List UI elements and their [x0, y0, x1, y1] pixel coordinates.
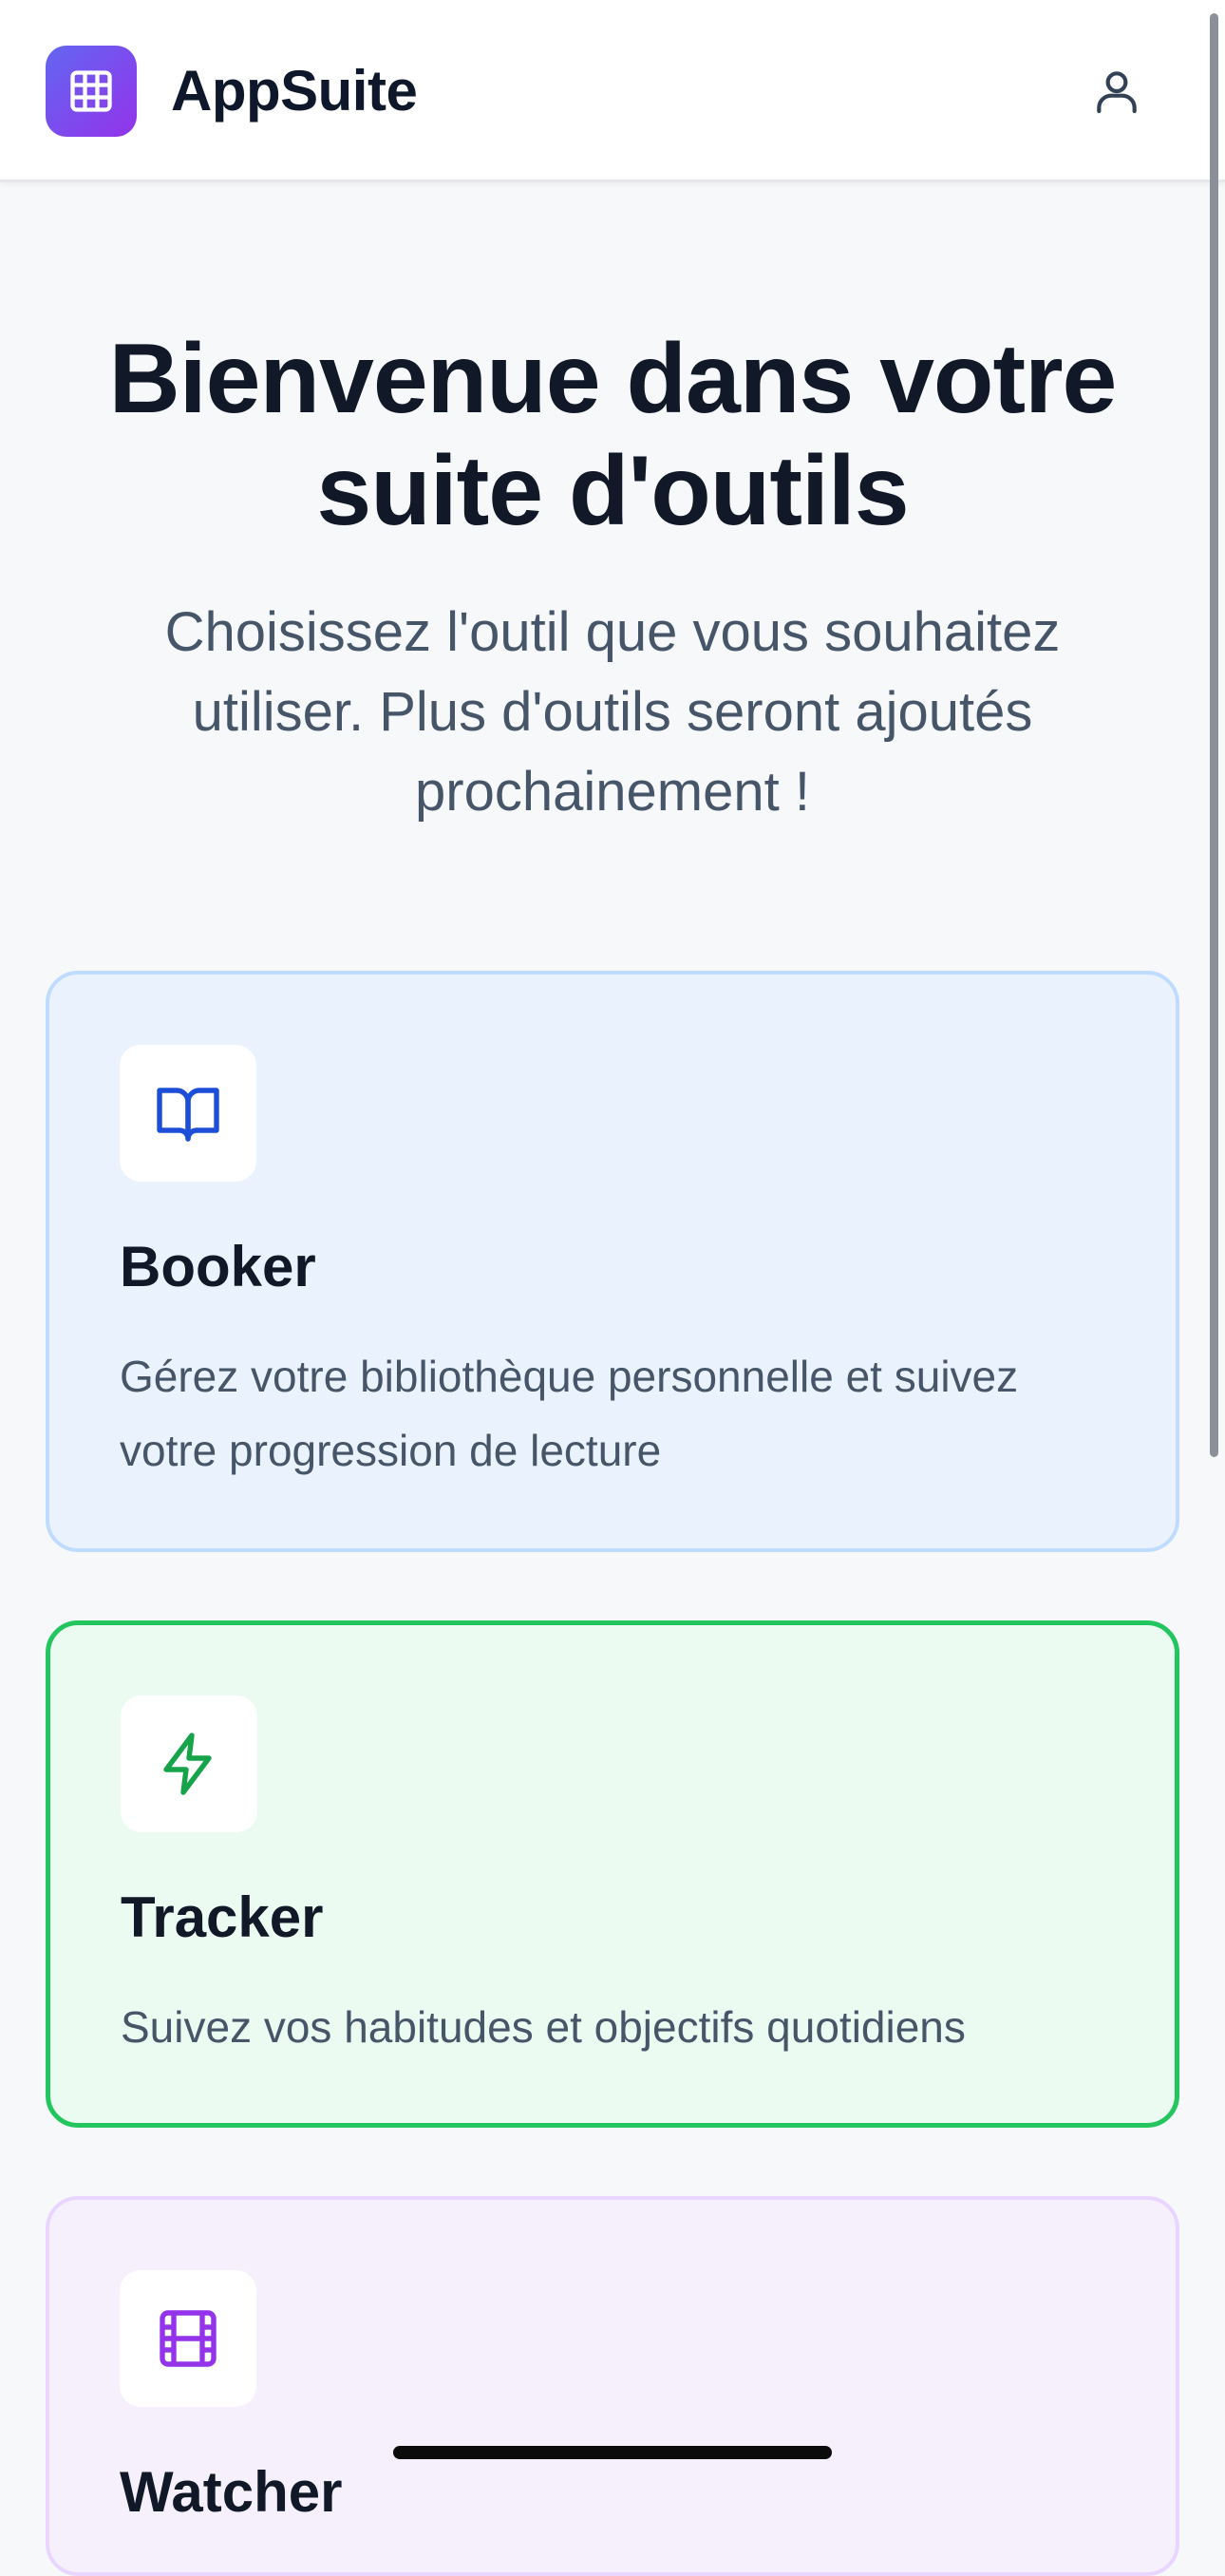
- app-header: AppSuite: [0, 0, 1225, 182]
- home-indicator[interactable]: [393, 2446, 832, 2459]
- profile-button[interactable]: [1083, 57, 1151, 125]
- tool-icon-container: [120, 2270, 256, 2407]
- tool-card-booker[interactable]: Booker Gérez votre bibliothèque personne…: [46, 971, 1179, 1552]
- tool-description: Gérez votre bibliothèque personnelle et …: [120, 1352, 1019, 1475]
- page-subtitle: Choisissez l'outil que vous souhaitez ut…: [164, 601, 1061, 823]
- film-icon: [160, 2310, 217, 2367]
- user-icon: [1097, 71, 1137, 114]
- app-logo[interactable]: [46, 46, 137, 137]
- tool-description: Suivez vos habitudes et objectifs quotid…: [121, 2002, 966, 2052]
- book-open-icon: [157, 1088, 219, 1142]
- tool-name: Tracker: [121, 1885, 324, 1949]
- grid-icon: [70, 70, 112, 112]
- app-name: AppSuite: [171, 59, 418, 123]
- tool-icon-container: [120, 1045, 256, 1182]
- tool-name: Watcher: [120, 2460, 343, 2524]
- scrollbar[interactable]: [1210, 13, 1218, 1457]
- tool-name: Booker: [120, 1235, 316, 1298]
- page-title: Bienvenue dans votre suite d'outils: [108, 324, 1118, 546]
- lightning-icon: [163, 1733, 212, 1795]
- tool-card-tracker[interactable]: Tracker Suivez vos habitudes et objectif…: [46, 1620, 1179, 2128]
- tool-card-watcher[interactable]: Watcher: [46, 2196, 1179, 2576]
- tool-icon-container: [121, 1695, 257, 1832]
